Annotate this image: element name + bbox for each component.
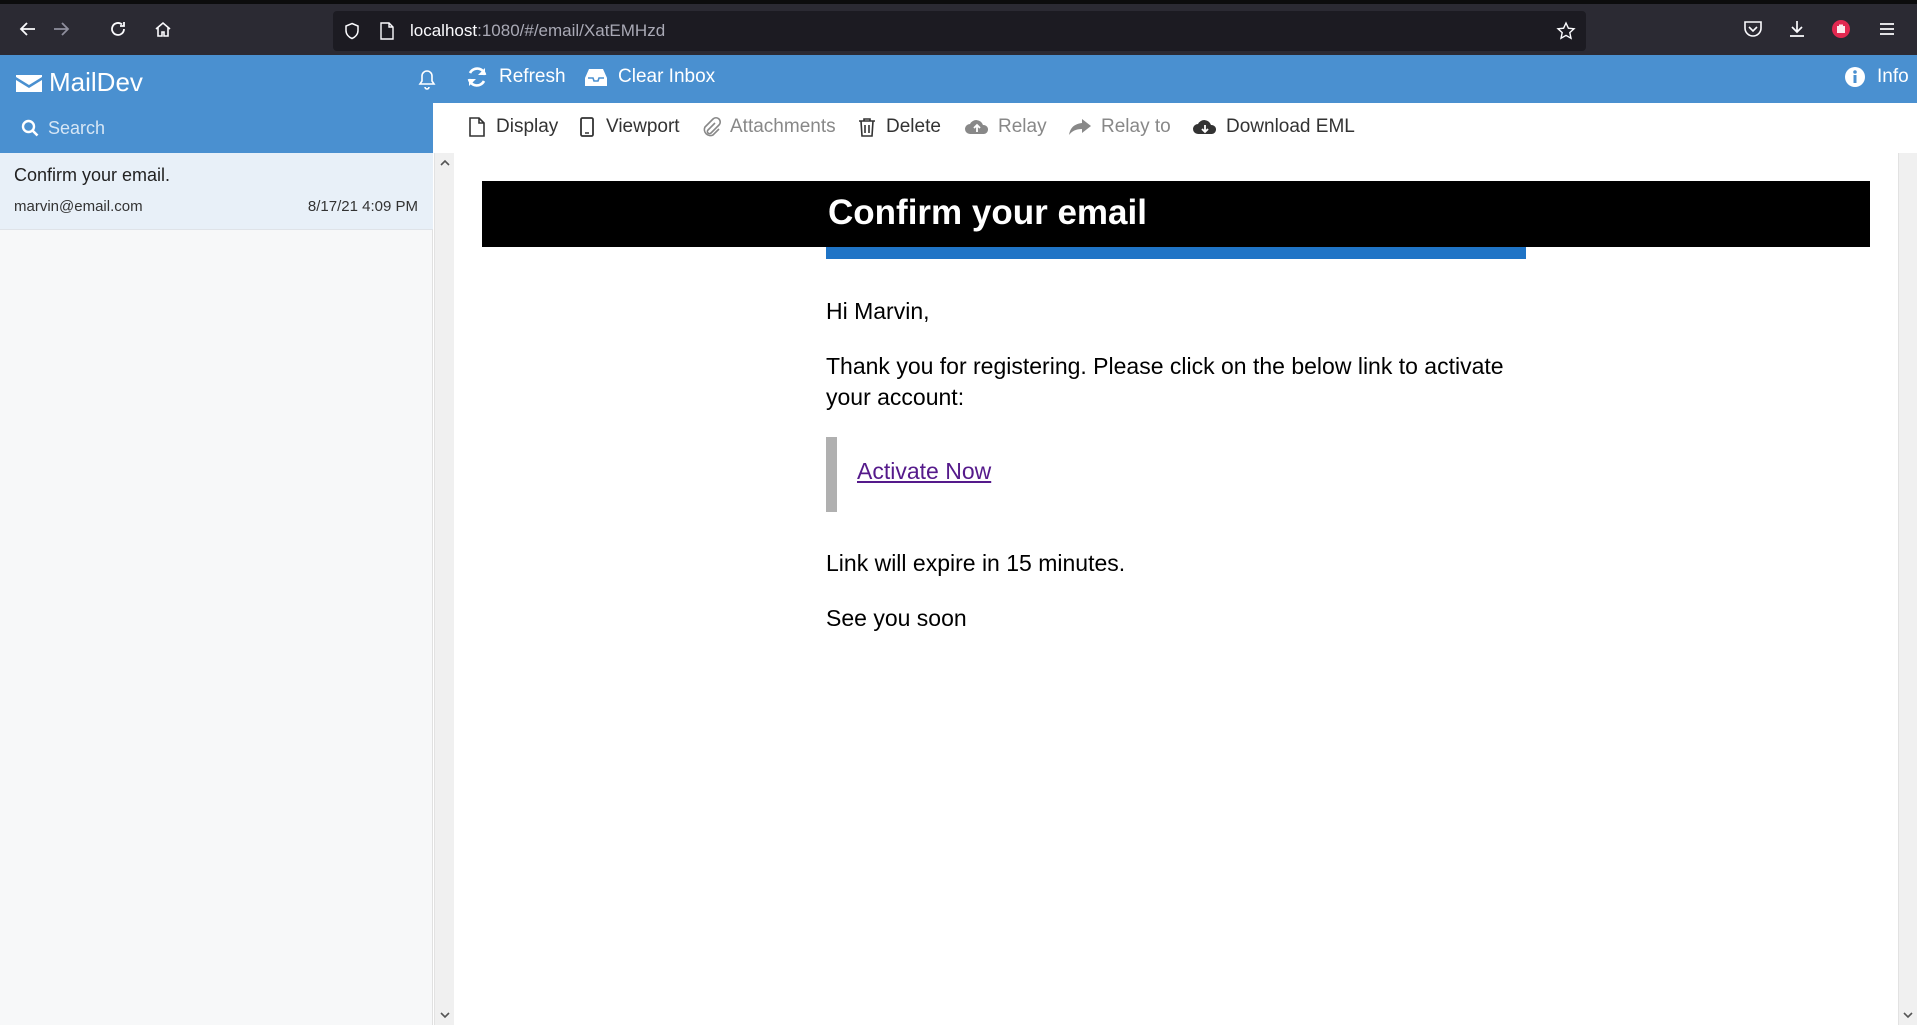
forward-button[interactable] — [47, 15, 75, 43]
paperclip-icon — [703, 116, 722, 137]
pocket-button[interactable] — [1742, 18, 1764, 40]
email-title: Confirm your email — [828, 193, 1147, 232]
chevron-up-icon[interactable] — [439, 157, 451, 169]
home-button[interactable] — [149, 15, 177, 43]
share-arrow-icon — [1069, 119, 1091, 135]
refresh-label: Refresh — [499, 66, 566, 87]
download-icon — [1790, 21, 1804, 37]
activation-link-block: Activate Now — [826, 437, 1526, 512]
activate-link[interactable]: Activate Now — [857, 456, 991, 487]
email-paragraph: Thank you for registering. Please click … — [826, 353, 1504, 410]
chevron-down-icon[interactable] — [1902, 1009, 1914, 1021]
page-icon — [380, 22, 394, 40]
email-sender: marvin@email.com — [14, 198, 143, 215]
reload-icon — [111, 22, 125, 36]
email-list: Confirm your email. marvin@email.com 8/1… — [0, 153, 433, 1025]
mobile-icon — [580, 117, 594, 137]
cloud-download-icon — [1193, 120, 1217, 134]
relay-to-label: Relay to — [1101, 116, 1171, 137]
attachments-label: Attachments — [730, 116, 836, 137]
info-button[interactable]: Info — [1843, 66, 1909, 88]
email-greeting: Hi Marvin, — [826, 298, 930, 324]
downloads-button[interactable] — [1786, 18, 1808, 40]
url-text: localhost:1080/#/email/XatEMHzd — [410, 21, 666, 40]
viewport-label: Viewport — [606, 116, 680, 137]
delete-label: Delete — [886, 116, 941, 137]
hamburger-menu-icon — [1880, 23, 1894, 35]
chevron-down-icon[interactable] — [439, 1009, 451, 1021]
envelope-icon — [16, 74, 42, 92]
file-icon — [469, 117, 485, 137]
download-eml-button[interactable]: Download EML — [1192, 116, 1355, 138]
email-subject: Confirm your email. — [14, 165, 171, 185]
refresh-icon — [467, 67, 487, 87]
menu-button[interactable] — [1876, 18, 1898, 40]
browser-toolbar: localhost:1080/#/email/XatEMHzd — [0, 0, 1917, 55]
email-toolbar: Display Viewport Attachments Delete Rela… — [454, 103, 1917, 153]
preview-scrollbar[interactable] — [1898, 153, 1917, 1025]
cloud-upload-icon — [965, 120, 989, 134]
info-icon — [1845, 67, 1865, 87]
display-label: Display — [496, 116, 559, 137]
relay-button[interactable]: Relay — [964, 116, 1047, 138]
search-icon — [21, 119, 39, 137]
shield-icon[interactable] — [343, 22, 361, 40]
email-expiry-note: Link will expire in 15 minutes. — [826, 550, 1126, 576]
bookmark-star-icon[interactable] — [1556, 21, 1576, 41]
refresh-button[interactable]: Refresh — [465, 66, 566, 88]
search-input[interactable] — [48, 113, 418, 143]
bell-icon[interactable] — [417, 69, 437, 91]
email-header-accent — [826, 247, 1526, 259]
search-bar — [0, 103, 433, 153]
inbox-icon — [585, 69, 607, 86]
reload-button[interactable] — [104, 15, 132, 43]
arrow-left-icon — [19, 22, 35, 36]
attachments-button[interactable]: Attachments — [700, 116, 836, 138]
home-icon — [155, 21, 171, 37]
brand[interactable]: MailDev — [15, 67, 143, 98]
info-label: Info — [1877, 66, 1909, 87]
back-button[interactable] — [14, 15, 42, 43]
pocket-icon — [1744, 21, 1762, 37]
email-list-item[interactable]: Confirm your email. marvin@email.com 8/1… — [0, 153, 433, 230]
email-closing: See you soon — [826, 605, 967, 631]
adblock-hand-icon — [1832, 20, 1850, 38]
sidebar-scrollbar[interactable] — [434, 153, 454, 1025]
relay-label: Relay — [998, 116, 1047, 137]
download-eml-label: Download EML — [1226, 116, 1355, 137]
delete-button[interactable]: Delete — [856, 116, 941, 138]
relay-to-button[interactable]: Relay to — [1067, 116, 1171, 138]
trash-icon — [859, 118, 875, 137]
brand-name: MailDev — [49, 67, 143, 97]
display-button[interactable]: Display — [466, 116, 558, 138]
arrow-right-icon — [54, 22, 70, 36]
email-body: Hi Marvin, Thank you for registering. Pl… — [826, 296, 1526, 658]
email-header-banner — [482, 181, 1870, 247]
extension-button[interactable] — [1830, 18, 1852, 40]
clear-inbox-button[interactable]: Clear Inbox — [584, 66, 715, 88]
address-bar[interactable]: localhost:1080/#/email/XatEMHzd — [333, 11, 1586, 51]
app-header: MailDev Refresh Clear Inbox Info — [0, 55, 1917, 103]
viewport-button[interactable]: Viewport — [576, 116, 680, 138]
email-date: 8/17/21 4:09 PM — [307, 198, 418, 215]
clear-inbox-label: Clear Inbox — [618, 66, 716, 87]
